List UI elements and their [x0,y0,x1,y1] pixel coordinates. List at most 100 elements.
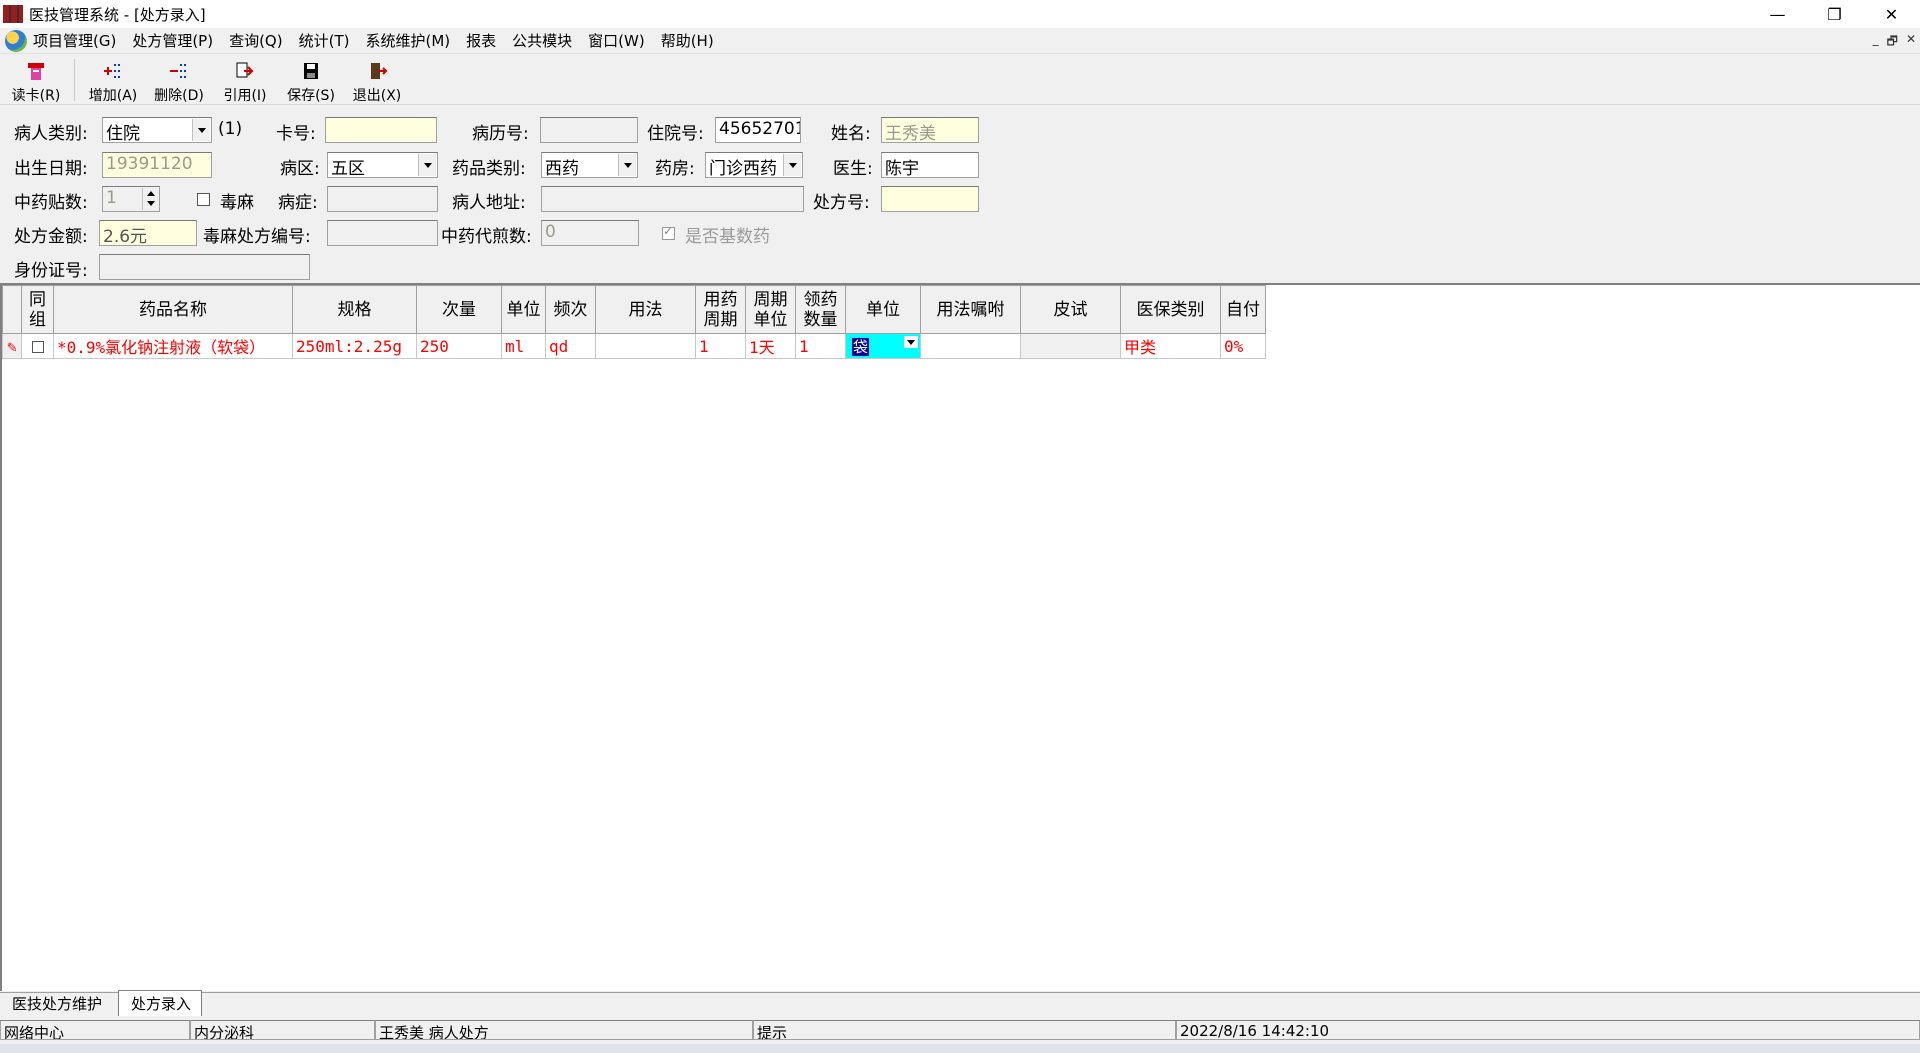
patient-type-select[interactable]: 住院 [102,117,212,143]
prescription-grid: 同 组 药品名称 规格 次量 单位 频次 用法 用药 周期 周期 单位 领药 数… [0,283,1920,991]
disease-input[interactable] [327,186,438,212]
disease-label: 病症: [278,193,318,213]
col-instructions[interactable]: 用法嘱咐 [920,285,1021,334]
minimize-button[interactable]: — [1749,0,1806,28]
col-insurance[interactable]: 医保类别 [1120,285,1221,334]
table-row[interactable]: ✎ *0.9%氯化钠注射液（软袋） 250ml:2.25g 250 ml qd … [2,333,1266,359]
menu-window[interactable]: 窗口(W) [588,30,645,51]
cell-insurance[interactable]: 甲类 [1120,333,1221,359]
mdi-restore-button[interactable]: 🗗 [1887,32,1898,53]
menu-help[interactable]: 帮助(H) [661,30,714,51]
cell-drug-name[interactable]: *0.9%氯化钠注射液（软袋） [53,333,293,359]
col-skin-test[interactable]: 皮试 [1020,285,1121,334]
maximize-button[interactable]: ❐ [1806,0,1863,28]
menu-common[interactable]: 公共模块 [512,30,572,51]
col-unit[interactable]: 单位 [845,285,921,334]
status-datetime: 2022/8/16 14:42:10 [1176,1020,1920,1040]
narcotic-checkbox[interactable] [197,193,210,206]
address-input[interactable] [541,186,804,212]
name-input[interactable]: 王秀美 [881,117,979,143]
record-no-input[interactable] [540,117,638,143]
menu-maintenance[interactable]: 系统维护(M) [365,30,450,51]
id-input[interactable] [99,254,310,280]
tab-rx-maintenance[interactable]: 医技处方维护 [0,991,112,1016]
amount-label: 处方金额: [14,227,88,247]
menu-bar: 项目管理(G) 处方管理(P) 查询(Q) 统计(T) 系统维护(M) 报表 公… [0,28,1920,54]
pharmacy-select[interactable]: 门诊西药 [705,152,803,178]
ward-select[interactable]: 五区 [327,152,438,178]
record-no-label: 病历号: [472,124,529,144]
cell-frequency[interactable]: qd [545,333,596,359]
menu-prescription[interactable]: 处方管理(P) [132,30,213,51]
menu-reports[interactable]: 报表 [466,30,496,51]
essential-drug-checkbox[interactable] [662,224,675,240]
col-period-unit[interactable]: 周期 单位 [745,285,796,334]
col-dose[interactable]: 次量 [416,285,502,334]
col-self-pay[interactable]: 自付 [1220,285,1266,334]
cell-instructions[interactable] [920,333,1021,359]
chevron-down-icon[interactable] [192,119,210,141]
add-button[interactable]: 增加(A) [83,55,143,105]
amount-input[interactable]: 2.6元 [99,220,197,246]
col-drug-name[interactable]: 药品名称 [53,285,293,334]
group-checkbox-cell[interactable] [21,333,54,359]
read-card-button[interactable]: 读卡(R) [6,55,66,105]
inpatient-no-label: 住院号: [647,124,704,144]
chevron-down-icon[interactable] [618,154,636,176]
delete-button[interactable]: 删除(D) [149,55,209,105]
title-bar: 医技管理系统 - [处方录入] — ❐ ✕ [0,0,1920,28]
chevron-down-icon[interactable] [904,336,918,348]
col-frequency[interactable]: 频次 [545,285,596,334]
cell-period[interactable]: 1 [695,333,746,359]
col-spec[interactable]: 规格 [292,285,417,334]
chevron-down-icon[interactable] [418,154,436,176]
chevron-down-icon[interactable] [783,154,801,176]
drug-type-label: 药品类别: [452,159,526,179]
reference-icon [234,61,256,81]
mdi-minimize-button[interactable]: _ [1873,32,1879,53]
tcm-decoct-label: 中药代煎数: [441,227,532,247]
menu-statistics[interactable]: 统计(T) [299,30,350,51]
spin-arrows-icon[interactable] [142,188,158,210]
tcm-decoct-input[interactable]: 0 [541,220,639,246]
col-usage[interactable]: 用法 [595,285,696,334]
cell-dose-unit[interactable]: ml [501,333,546,359]
inpatient-no-input[interactable]: 45652701 [715,117,801,143]
narcotic-rx-input[interactable] [327,220,438,246]
reference-button[interactable]: 引用(I) [215,55,275,105]
status-patient: 王秀美 病人处方 [375,1020,753,1040]
cell-unit-select[interactable]: 袋 [845,333,921,359]
card-no-input[interactable] [325,117,437,143]
cell-dose[interactable]: 250 [416,333,502,359]
rx-no-input[interactable] [881,186,979,212]
close-button[interactable]: ✕ [1863,0,1920,28]
cell-skin-test[interactable] [1020,333,1121,359]
cell-period-unit[interactable]: 1天 [745,333,796,359]
doctor-input[interactable]: 陈宇 [881,152,979,178]
system-menu-icon[interactable] [5,29,27,52]
cell-usage[interactable] [595,333,696,359]
col-group[interactable]: 同 组 [21,285,54,334]
tcm-doses-stepper[interactable]: 1 [102,186,160,212]
table-header-row: 同 组 药品名称 规格 次量 单位 频次 用法 用药 周期 周期 单位 领药 数… [2,285,1266,334]
exit-button[interactable]: 退出(X) [347,55,407,105]
tab-rx-entry[interactable]: 处方录入 [118,990,203,1016]
status-dept: 网络中心 [0,1020,190,1040]
app-icon [3,5,23,23]
drug-type-select[interactable]: 西药 [541,152,638,178]
save-button[interactable]: 保存(S) [281,55,341,105]
ward-label: 病区: [280,159,320,179]
col-qty[interactable]: 领药 数量 [795,285,846,334]
mdi-close-button[interactable]: ✕ [1906,32,1916,53]
menu-query[interactable]: 查询(Q) [229,30,283,51]
id-label: 身份证号: [14,261,88,281]
narcotic-label: 毒麻 [220,193,254,213]
cell-qty[interactable]: 1 [795,333,846,359]
col-dose-unit[interactable]: 单位 [501,285,546,334]
col-period[interactable]: 用药 周期 [695,285,746,334]
cell-spec[interactable]: 250ml:2.25g [292,333,417,359]
group-checkbox[interactable] [31,341,44,353]
birth-input[interactable]: 19391120 [102,152,212,178]
cell-self-pay[interactable]: 0% [1220,333,1266,359]
menu-project[interactable]: 项目管理(G) [33,30,116,51]
